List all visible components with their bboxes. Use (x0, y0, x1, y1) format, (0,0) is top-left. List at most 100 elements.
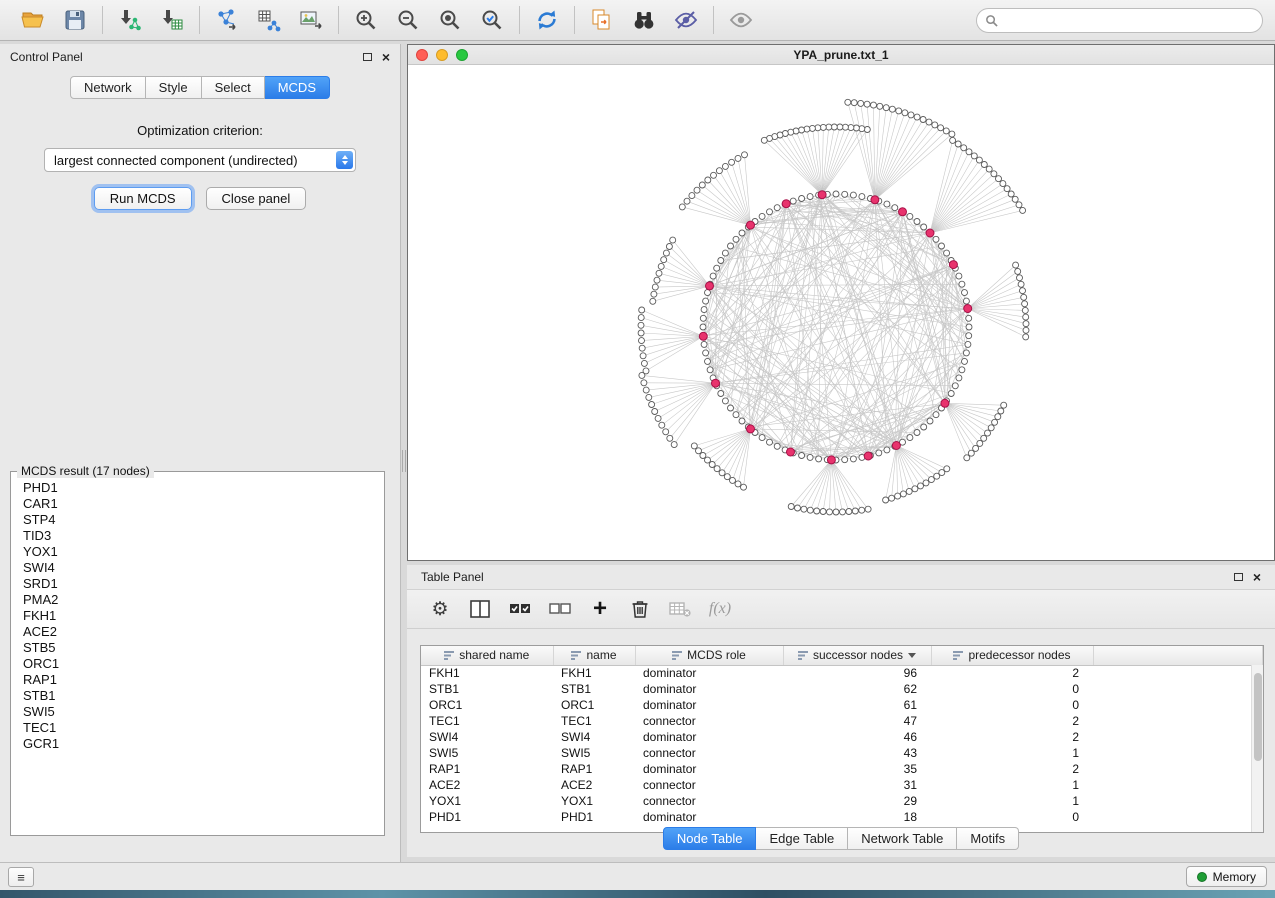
mcds-result-item[interactable]: YOX1 (23, 544, 384, 560)
mcds-result-item[interactable]: TEC1 (23, 720, 384, 736)
float-table-panel-icon[interactable] (1234, 573, 1243, 581)
table-toolbar: ⚙ + f(x) (407, 589, 1275, 629)
mcds-result-item[interactable]: FKH1 (23, 608, 384, 624)
table-cell: FKH1 (553, 665, 635, 681)
table-cell: connector (635, 793, 783, 809)
column-type-icon (571, 650, 581, 660)
table-cell: SWI5 (553, 745, 635, 761)
network-graph[interactable] (408, 65, 1274, 560)
tab-node-table[interactable]: Node Table (663, 827, 757, 850)
network-window-title: YPA_prune.txt_1 (793, 48, 888, 62)
table-cell: 31 (783, 777, 931, 793)
tab-edge-table[interactable]: Edge Table (756, 827, 848, 850)
mcds-result-item[interactable]: SRD1 (23, 576, 384, 592)
binoculars-icon[interactable] (629, 5, 659, 35)
close-panel-icon[interactable]: × (382, 50, 390, 64)
column-header-predecessor-nodes[interactable]: predecessor nodes (931, 646, 1093, 665)
close-panel-button[interactable]: Close panel (206, 187, 307, 210)
tab-mcds[interactable]: MCDS (265, 76, 330, 99)
table-row[interactable]: ORC1ORC1dominator610 (421, 697, 1263, 713)
select-all-icon[interactable] (505, 594, 535, 624)
show-graphics-details-icon[interactable] (726, 5, 756, 35)
window-traffic-lights (416, 49, 468, 61)
column-header-mcds-role[interactable]: MCDS role (635, 646, 783, 665)
import-network-icon[interactable] (115, 5, 145, 35)
table-cell: dominator (635, 809, 783, 825)
node-table-body: FKH1FKH1dominator962STB1STB1dominator620… (421, 665, 1263, 825)
table-row[interactable]: STB1STB1dominator620 (421, 681, 1263, 697)
mcds-result-item[interactable]: TID3 (23, 528, 384, 544)
mcds-result-item[interactable]: ACE2 (23, 624, 384, 640)
run-mcds-button[interactable]: Run MCDS (94, 187, 192, 210)
memory-button[interactable]: Memory (1186, 866, 1267, 887)
mcds-result-item[interactable]: STB5 (23, 640, 384, 656)
mcds-result-item[interactable]: SWI4 (23, 560, 384, 576)
mcds-result-item[interactable]: ORC1 (23, 656, 384, 672)
table-tabs: Node Table Edge Table Network Table Moti… (663, 827, 1019, 850)
save-session-icon[interactable] (60, 5, 90, 35)
column-header-name[interactable]: name (553, 646, 635, 665)
mcds-result-item[interactable]: STP4 (23, 512, 384, 528)
tab-network-table[interactable]: Network Table (848, 827, 957, 850)
table-row[interactable]: FKH1FKH1dominator962 (421, 665, 1263, 681)
close-window-icon[interactable] (416, 49, 428, 61)
zoom-fit-icon[interactable] (435, 5, 465, 35)
table-row[interactable]: TEC1TEC1connector472 (421, 713, 1263, 729)
table-cell: ORC1 (421, 697, 553, 713)
table-settings-gear-icon[interactable]: ⚙ (425, 594, 455, 624)
deselect-all-icon[interactable] (545, 594, 575, 624)
table-row[interactable]: YOX1YOX1connector291 (421, 793, 1263, 809)
open-file-icon[interactable] (18, 5, 48, 35)
column-header-successor-nodes[interactable]: successor nodes (783, 646, 931, 665)
minimize-window-icon[interactable] (436, 49, 448, 61)
clone-network-icon[interactable] (587, 5, 617, 35)
mcds-result-item[interactable]: PMA2 (23, 592, 384, 608)
table-cell: STB1 (553, 681, 635, 697)
network-window-titlebar[interactable]: YPA_prune.txt_1 (408, 45, 1274, 65)
criterion-select[interactable]: largest connected component (undirected) (44, 148, 356, 172)
split-table-icon[interactable] (465, 594, 495, 624)
mcds-result-item[interactable]: STB1 (23, 688, 384, 704)
new-network-icon[interactable] (212, 5, 242, 35)
column-type-icon (953, 650, 963, 660)
maximize-window-icon[interactable] (456, 49, 468, 61)
table-cell: SWI4 (421, 729, 553, 745)
scrollbar-thumb[interactable] (1254, 673, 1262, 761)
table-row[interactable]: SWI4SWI4dominator462 (421, 729, 1263, 745)
float-panel-icon[interactable] (363, 53, 372, 61)
column-header-shared-name[interactable]: shared name (421, 646, 553, 665)
hide-graphics-details-icon[interactable] (671, 5, 701, 35)
close-table-panel-icon[interactable]: × (1253, 570, 1261, 584)
zoom-in-icon[interactable] (351, 5, 381, 35)
table-row[interactable]: PHD1PHD1dominator180 (421, 809, 1263, 825)
network-from-table-icon[interactable] (254, 5, 284, 35)
export-image-icon[interactable] (296, 5, 326, 35)
table-row[interactable]: RAP1RAP1dominator352 (421, 761, 1263, 777)
refresh-layout-icon[interactable] (532, 5, 562, 35)
zoom-selected-icon[interactable] (477, 5, 507, 35)
tab-select[interactable]: Select (202, 76, 265, 99)
mcds-result-item[interactable]: PHD1 (23, 480, 384, 496)
column-type-icon (672, 650, 682, 660)
search-field[interactable] (976, 8, 1263, 33)
task-history-button[interactable]: ≡ (8, 867, 34, 887)
table-cell: 62 (783, 681, 931, 697)
mcds-result-item[interactable]: RAP1 (23, 672, 384, 688)
delete-column-icon[interactable] (625, 594, 655, 624)
zoom-out-icon[interactable] (393, 5, 423, 35)
mcds-result-item[interactable]: CAR1 (23, 496, 384, 512)
tab-motifs[interactable]: Motifs (957, 827, 1019, 850)
add-column-icon[interactable]: + (585, 594, 615, 624)
mcds-result-item[interactable]: SWI5 (23, 704, 384, 720)
table-cell: 2 (931, 713, 1093, 729)
search-input[interactable] (1003, 14, 1254, 28)
mcds-result-list[interactable]: PHD1CAR1STP4TID3YOX1SWI4SRD1PMA2FKH1ACE2… (11, 478, 384, 752)
tab-style[interactable]: Style (146, 76, 202, 99)
mcds-result-item[interactable]: GCR1 (23, 736, 384, 752)
import-table-icon[interactable] (157, 5, 187, 35)
table-scrollbar[interactable] (1251, 665, 1263, 832)
table-row[interactable]: SWI5SWI5connector431 (421, 745, 1263, 761)
tab-network[interactable]: Network (70, 76, 146, 99)
table-row[interactable]: ACE2ACE2connector311 (421, 777, 1263, 793)
table-panel: Table Panel × ⚙ + f(x) (407, 565, 1275, 857)
